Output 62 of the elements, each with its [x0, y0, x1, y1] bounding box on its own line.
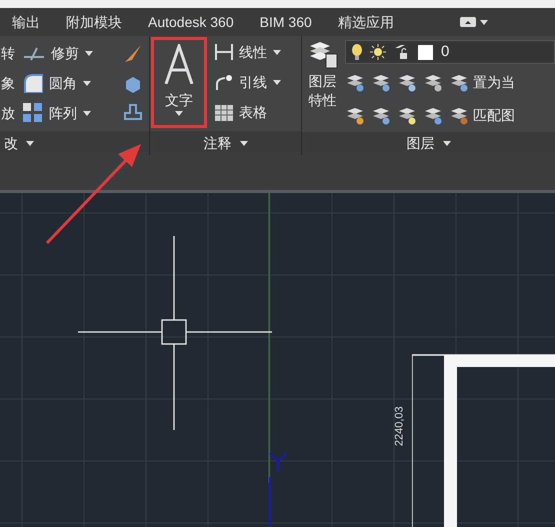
array-icon [23, 103, 43, 124]
layer-stack-icon [308, 40, 338, 70]
caret-icon [442, 141, 450, 146]
padlock-icon [394, 44, 410, 60]
layer-tool-icon[interactable] [423, 106, 443, 124]
lightbulb-icon [352, 44, 362, 60]
layer-tool-icon[interactable] [423, 74, 443, 92]
tool-button[interactable]: 线性 [215, 38, 281, 66]
layer-tool-icon[interactable] [345, 74, 365, 92]
layer-tool-icon[interactable] [371, 74, 391, 92]
ribbon-tab[interactable]: 附加模块 [66, 12, 122, 32]
tool-button[interactable]: 引线 [215, 68, 281, 96]
caret-icon [83, 80, 91, 86]
table-icon [215, 104, 233, 121]
caret-icon [480, 20, 488, 24]
ribbon-tab[interactable]: 输出 [12, 12, 40, 32]
panel-title-bar[interactable]: 图层 [302, 132, 555, 155]
leader-icon [215, 73, 233, 92]
caret-icon [273, 80, 281, 85]
panel-title: 注释 [204, 134, 232, 152]
dimension-text: 2240,03 [392, 406, 407, 446]
ribbon-tab[interactable]: BIM 360 [260, 12, 312, 32]
layer-tool-icon[interactable] [371, 106, 391, 124]
big-text-icon [163, 44, 195, 84]
tool-button[interactable]: 表格 [215, 98, 281, 127]
layer-stack-icon[interactable] [449, 106, 469, 124]
caret-icon [26, 140, 34, 146]
ribbon-tab[interactable]: 精选应用 [338, 12, 394, 32]
layer-dropdown[interactable]: 0 [345, 40, 555, 64]
tool-button[interactable]: 匹配图 [449, 105, 515, 126]
text-tool-button[interactable]: 文字 [151, 37, 207, 128]
layer-tool-icon[interactable] [345, 106, 365, 124]
layer-name: 0 [441, 42, 450, 62]
layer-color-swatch [418, 44, 433, 60]
tool-button[interactable]: 阵列 [23, 102, 109, 124]
tool-label[interactable]: 象 [1, 72, 17, 94]
caret-icon [175, 111, 183, 116]
sun-icon [370, 44, 386, 60]
trim-icon [23, 46, 45, 61]
caret-icon [273, 50, 281, 55]
layer-tool-icon[interactable] [397, 106, 417, 124]
linear-dimension-icon [215, 43, 233, 62]
panel-title: 改 [4, 134, 18, 152]
layer-stack-icon[interactable] [449, 74, 469, 92]
minimize-ribbon-button[interactable] [460, 17, 488, 27]
tool-label[interactable]: 放 [1, 102, 17, 124]
panel-title: 图层 [406, 134, 434, 153]
ribbon-tab[interactable]: Autodesk 360 [148, 12, 234, 32]
fillet-icon [23, 73, 43, 94]
layer-tool-icon[interactable] [397, 74, 417, 92]
caret-icon [83, 110, 91, 116]
tool-button[interactable]: 置为当 [449, 72, 515, 93]
panel-title-bar[interactable]: 改 [0, 131, 149, 155]
caret-icon [85, 51, 93, 56]
brush-icon[interactable] [123, 44, 143, 64]
tool-button[interactable]: 圆角 [23, 72, 109, 94]
crosshair-cursor-icon [78, 236, 272, 430]
tool-button[interactable]: 修剪 [23, 43, 109, 64]
caret-icon [240, 140, 248, 146]
layer-properties-button[interactable]: 图层特性 [306, 40, 339, 130]
panel-title-bar[interactable]: 注释 [150, 131, 301, 155]
tool-label[interactable]: 转 [1, 43, 17, 64]
